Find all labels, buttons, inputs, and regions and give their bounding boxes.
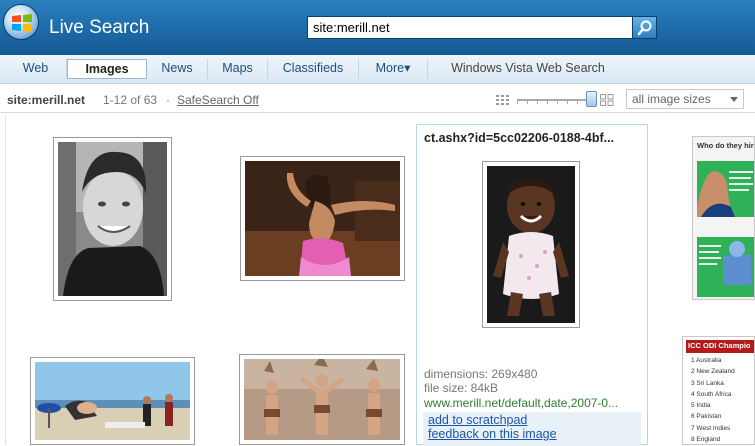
ad-thumbnail[interactable]: Who do they hire?: [692, 136, 755, 300]
image-filename[interactable]: ct.ashx?id=5cc02206-0188-4bf...: [424, 131, 614, 145]
image-thumbnail[interactable]: [30, 357, 195, 445]
ad-graphic: [693, 137, 754, 299]
image-results: ct.ashx?id=5cc02206-0188-4bf... dimensio…: [0, 114, 755, 446]
selected-image-thumbnail[interactable]: [482, 161, 580, 328]
header-bar: Live Search site:merill.net: [0, 0, 755, 55]
image-file-size: file size: 84kB: [424, 381, 499, 395]
tab-news[interactable]: News: [147, 59, 208, 79]
ad2-row: 6 Pakistan: [691, 413, 722, 421]
slider-tick: [547, 101, 548, 104]
thumbnail-photo: [244, 359, 400, 440]
windows-logo-icon[interactable]: [3, 4, 39, 40]
ad2-row: 2 New Zealand: [691, 368, 735, 376]
results-count: 1-12 of 63: [103, 93, 158, 107]
chevron-down-icon: [730, 97, 738, 102]
brand-title[interactable]: Live Search: [49, 17, 149, 39]
tab-more[interactable]: More▾: [359, 59, 428, 79]
large-thumbnails-icon[interactable]: [600, 94, 614, 106]
ad2-header: ICC ODI Champio: [686, 340, 754, 353]
ad2-row: 3 Sri Lanka: [691, 379, 724, 387]
navigation-tabs: Web Images News Maps Classifieds More▾ W…: [0, 55, 755, 84]
image-size-value: all image sizes: [632, 92, 711, 106]
thumbnail-photo: [245, 161, 400, 276]
image-thumbnail[interactable]: [239, 354, 405, 445]
image-detail-panel: ct.ashx?id=5cc02206-0188-4bf... dimensio…: [416, 124, 648, 446]
slider-tick: [577, 101, 578, 104]
results-query: site:merill.net: [7, 93, 86, 107]
slider-tick: [537, 101, 538, 104]
image-actions: add to scratchpad feedback on this image: [423, 412, 641, 446]
separator-dot: ·: [166, 93, 170, 107]
tab-images[interactable]: Images: [67, 59, 147, 79]
image-thumbnail[interactable]: [240, 156, 405, 281]
safesearch-link[interactable]: SafeSearch Off: [177, 93, 259, 107]
slider-tick: [557, 101, 558, 104]
magnifier-icon: [637, 20, 652, 36]
ad-thumbnail[interactable]: ICC ODI Champio 1 Australia 2 New Zealan…: [682, 336, 755, 445]
ad2-row: 7 West Indies: [691, 424, 731, 432]
ad2-table: 1 Australia 2 New Zealand 3 Sri Lanka 4 …: [691, 355, 735, 444]
image-source-url[interactable]: www.merill.net/default,date,2007-0...: [424, 396, 618, 410]
thumbnail-photo: [58, 142, 167, 296]
ad1-headline: Who do they hire?: [697, 141, 754, 150]
ad2-row: 4 South Africa: [691, 390, 732, 398]
thumbnail-photo: [487, 166, 575, 323]
slider-tick: [527, 101, 528, 104]
search-input[interactable]: site:merill.net: [307, 16, 633, 39]
image-thumbnail[interactable]: [53, 137, 172, 301]
thumbnail-photo: [35, 362, 190, 440]
tab-windows-vista-web-search[interactable]: Windows Vista Web Search: [436, 59, 620, 79]
image-size-select[interactable]: all image sizes: [626, 89, 744, 109]
tab-classifieds[interactable]: Classifieds: [268, 59, 359, 79]
ad2-row: 5 India: [691, 402, 711, 410]
feedback-link[interactable]: feedback on this image: [428, 427, 557, 441]
image-dimensions: dimensions: 269x480: [424, 367, 538, 381]
left-border: [5, 114, 6, 445]
slider-tick: [567, 101, 568, 104]
tab-web[interactable]: Web: [5, 59, 67, 79]
tab-maps[interactable]: Maps: [208, 59, 268, 79]
slider-tick: [517, 101, 518, 104]
add-to-scratchpad-link[interactable]: add to scratchpad: [428, 413, 527, 427]
results-bar: site:merill.net 1-12 of 63 · SafeSearch …: [0, 85, 755, 113]
search-button[interactable]: [632, 16, 657, 39]
ad2-row: 1 Australia: [691, 357, 722, 364]
ad2-row: 8 England: [691, 436, 721, 444]
small-thumbnails-icon[interactable]: [496, 95, 509, 105]
slider-handle[interactable]: [586, 91, 597, 107]
